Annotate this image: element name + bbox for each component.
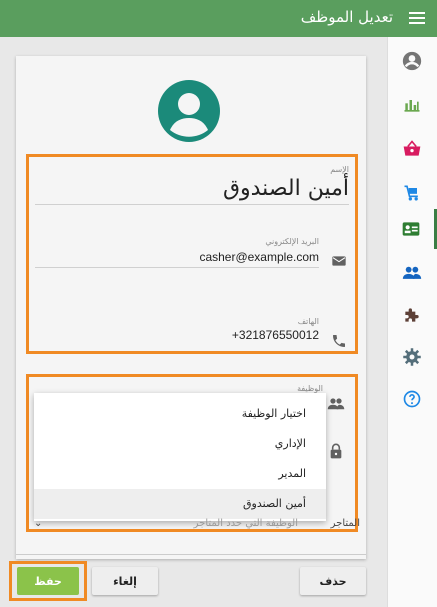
email-field[interactable]: البريد الإلكتروني casher@example.com: [35, 237, 319, 268]
role-option-placeholder[interactable]: اختيار الوظيفة: [34, 399, 326, 429]
puzzle-icon: [405, 308, 419, 322]
store-label: المتاجر: [330, 518, 360, 529]
save-button-highlight: حفظ: [9, 561, 87, 601]
cancel-button[interactable]: إلغاء: [92, 567, 158, 595]
gear-icon: [403, 348, 421, 366]
role-label: الوظيفة: [297, 384, 323, 393]
delete-button[interactable]: حذف: [300, 567, 366, 595]
account-circle-icon: [402, 51, 422, 71]
contact-fields: الإسم أمين الصندوق البريد الإلكتروني cas…: [26, 154, 358, 354]
name-field[interactable]: الإسم أمين الصندوق: [35, 165, 349, 205]
save-button[interactable]: حفظ: [17, 567, 79, 595]
id-card-icon: [402, 222, 419, 236]
phone-input[interactable]: +321876550012: [35, 328, 319, 342]
people-icon: [402, 266, 422, 279]
sidebar-item-sales[interactable]: [387, 173, 437, 213]
email-icon: [332, 256, 346, 266]
role-select-area: الوظيفة اختيار الوظيفة الإداري المدير أم…: [26, 374, 358, 532]
store-value: الوظيفة التي حدد المتاجر: [193, 518, 298, 529]
email-input[interactable]: casher@example.com: [35, 250, 319, 264]
sidebar-item-customers[interactable]: [387, 253, 437, 293]
role-option-admin[interactable]: الإداري: [34, 429, 326, 459]
role-option-cashier[interactable]: أمين الصندوق: [34, 489, 326, 519]
phone-icon: [333, 335, 345, 347]
avatar: [158, 80, 220, 142]
page-title: تعديل الموظف: [300, 8, 393, 26]
divider: [16, 554, 366, 555]
lock-icon: [330, 443, 342, 459]
app-bar: تعديل الموظف: [0, 0, 437, 37]
chevron-down-icon: ⌄: [34, 518, 43, 529]
cart-icon: [404, 185, 418, 201]
role-dropdown-menu[interactable]: اختيار الوظيفة الإداري المدير أمين الصند…: [34, 393, 326, 521]
name-label: الإسم: [330, 165, 349, 174]
sidebar-item-employees[interactable]: [387, 209, 437, 249]
sidebar-item-plugins[interactable]: [387, 295, 437, 335]
sidebar-item-help[interactable]: [387, 379, 437, 419]
email-label: البريد الإلكتروني: [265, 237, 319, 246]
bar-chart-icon: [404, 100, 420, 112]
phone-field[interactable]: الهاتف +321876550012: [35, 317, 319, 342]
sidebar: [387, 37, 437, 607]
sidebar-item-products[interactable]: [387, 129, 437, 169]
role-option-manager[interactable]: المدير: [34, 459, 326, 489]
sidebar-item-reports[interactable]: [387, 85, 437, 125]
basket-icon: [403, 140, 421, 156]
sidebar-item-account[interactable]: [387, 41, 437, 81]
menu-icon[interactable]: [409, 10, 425, 26]
name-input[interactable]: أمين الصندوق: [35, 176, 349, 201]
store-select[interactable]: المتاجر الوظيفة التي حدد المتاجر ⌄: [30, 518, 360, 534]
phone-label: الهاتف: [297, 317, 319, 326]
help-icon: [403, 390, 421, 408]
sidebar-item-settings[interactable]: [387, 337, 437, 377]
people-icon: [327, 398, 345, 410]
